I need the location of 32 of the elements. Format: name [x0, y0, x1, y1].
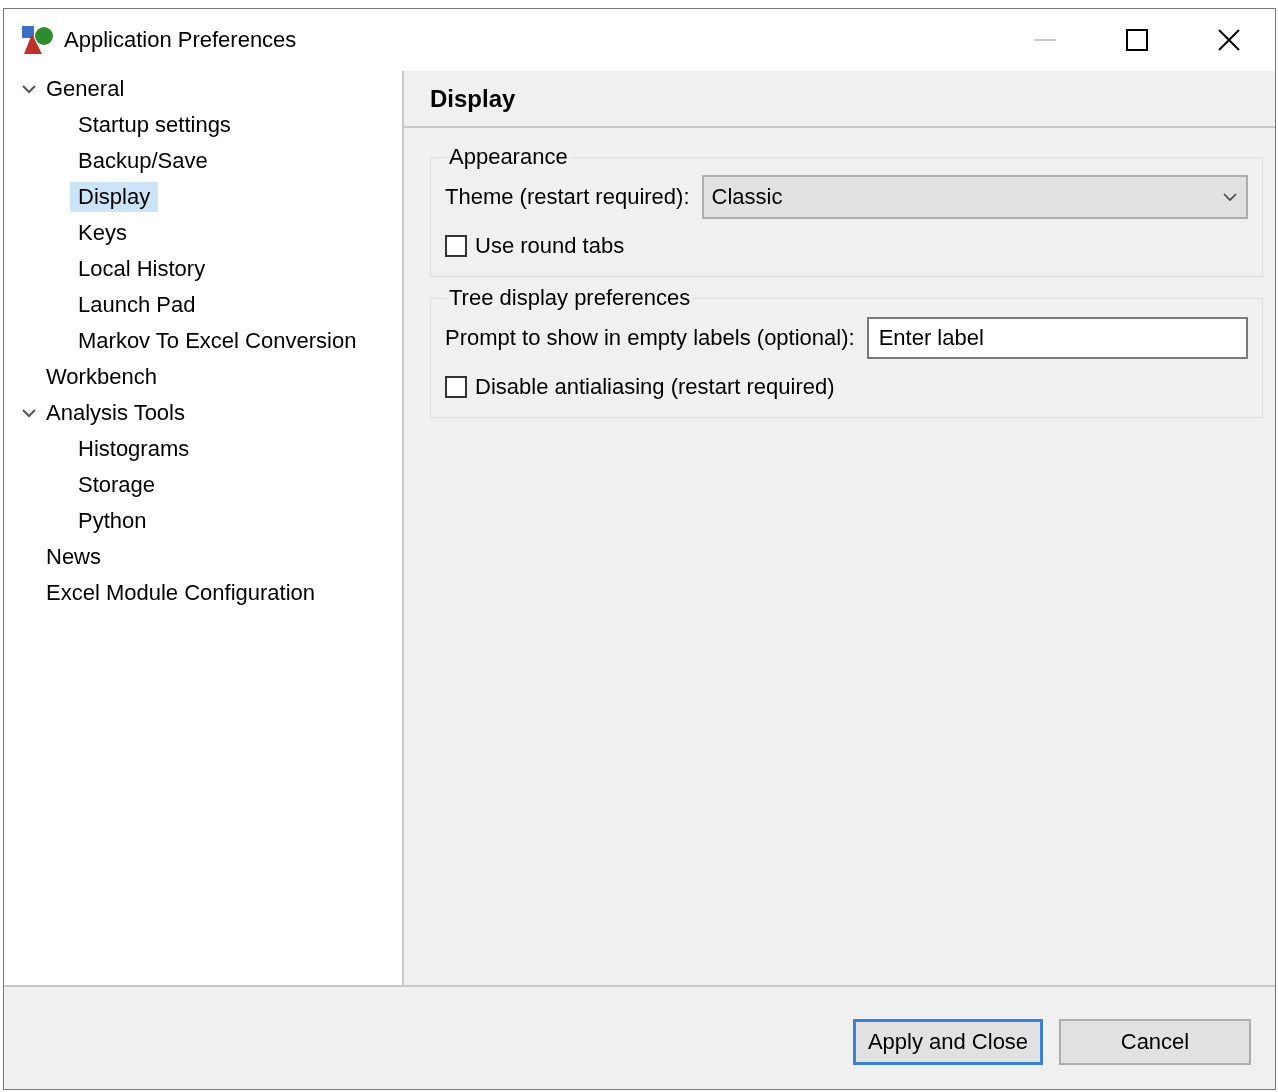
app-logo-icon: [20, 24, 54, 56]
tree-item[interactable]: Backup/Save: [70, 146, 216, 176]
tree-item[interactable]: Histograms: [70, 434, 198, 464]
tree-item[interactable]: Storage: [70, 470, 164, 500]
tree-item[interactable]: Excel Module Configuration: [38, 578, 324, 608]
checkbox[interactable]: [445, 235, 467, 257]
tree-item[interactable]: Startup settings: [70, 110, 239, 140]
window-title: Application Preferences: [64, 27, 297, 53]
tree-item[interactable]: News: [38, 542, 109, 572]
tree-item[interactable]: Display: [70, 182, 159, 212]
tree-item[interactable]: Workbench: [38, 362, 165, 392]
checkbox-label: Use round tabs: [475, 233, 625, 259]
maximize-icon[interactable]: [1125, 28, 1149, 52]
page-title: Display: [430, 84, 516, 113]
tree-item[interactable]: General: [38, 74, 133, 104]
tree-item[interactable]: Python: [70, 506, 155, 536]
tree-item[interactable]: Keys: [70, 218, 135, 248]
group-title: Appearance: [448, 144, 569, 170]
checkbox-label: Disable antialiasing (restart required): [475, 374, 835, 400]
tree-item[interactable]: Local History: [70, 254, 214, 284]
cancel-button[interactable]: Cancel: [1059, 1019, 1251, 1065]
theme-dropdown[interactable]: Classic: [701, 175, 1248, 219]
tree-item[interactable]: Analysis Tools: [38, 398, 193, 428]
close-icon[interactable]: [1217, 28, 1241, 52]
input-field[interactable]: Enter label: [866, 317, 1248, 359]
checkbox[interactable]: [445, 376, 467, 398]
field-label: Prompt to show in empty labels (optional):: [445, 325, 855, 351]
field-label: Theme (restart required):: [445, 184, 690, 210]
tree-item[interactable]: Launch Pad: [70, 290, 204, 320]
tree-item[interactable]: Markov To Excel Conversion: [70, 326, 365, 356]
group-title: Tree display preferences: [448, 285, 692, 311]
apply-button[interactable]: Apply and Close: [853, 1019, 1043, 1065]
